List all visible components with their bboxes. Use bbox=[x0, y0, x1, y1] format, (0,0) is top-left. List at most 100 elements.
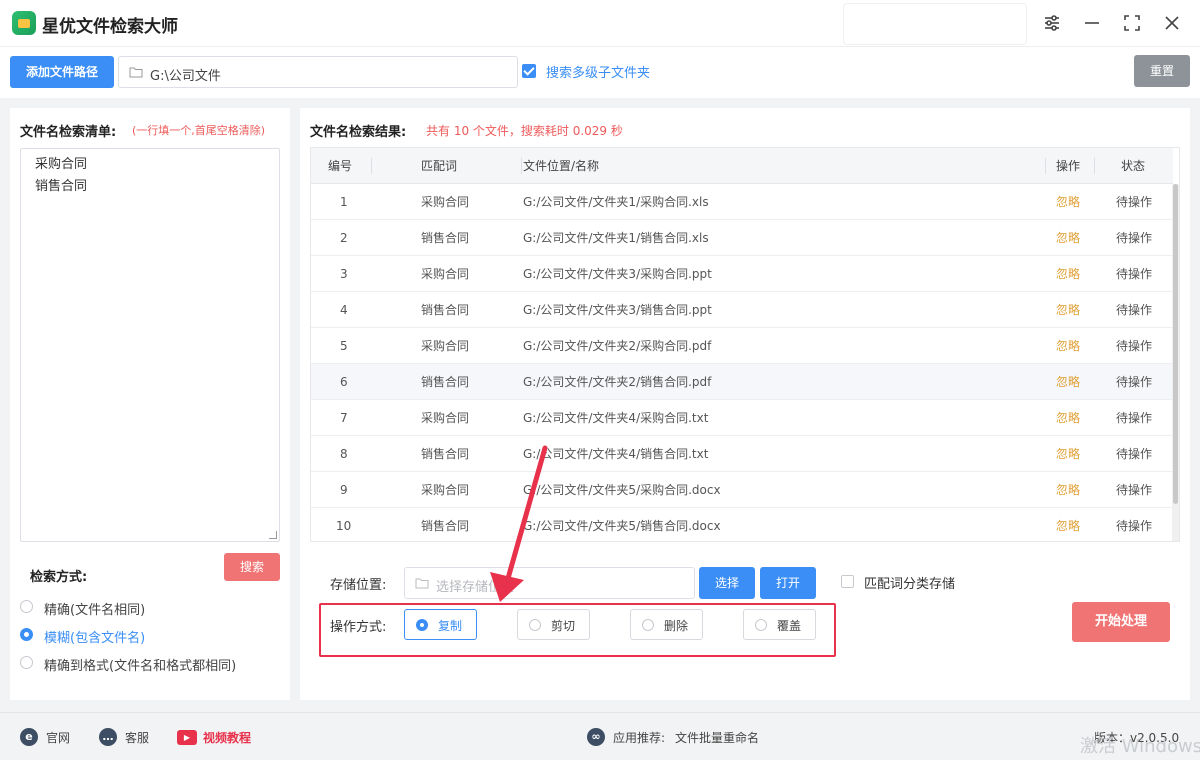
op-label: 复制 bbox=[438, 619, 463, 633]
mode-label: 精确到格式(文件名和格式都相同) bbox=[44, 659, 237, 674]
save-location-label: 存储位置: bbox=[330, 578, 387, 593]
recommend-label: 应用推荐: bbox=[613, 731, 666, 745]
table-row[interactable]: 10 销售合同 G:/公司文件/文件夹5/销售合同.docx 忽略 待操作 bbox=[311, 508, 1173, 541]
ignore-action[interactable]: 忽略 bbox=[1056, 472, 1080, 508]
table-header: 编号 匹配词 文件位置/名称 操作 状态 bbox=[311, 148, 1173, 184]
cell-path: G:/公司文件/文件夹2/采购合同.pdf bbox=[523, 339, 712, 353]
radio-icon bbox=[642, 619, 654, 631]
subfolder-checkbox[interactable] bbox=[522, 64, 536, 78]
cell-match: 采购合同 bbox=[421, 339, 470, 353]
resize-grip-icon[interactable] bbox=[269, 531, 277, 539]
op-cut-radio[interactable]: 剪切 bbox=[517, 609, 590, 640]
cell-match: 销售合同 bbox=[421, 303, 470, 317]
ignore-action[interactable]: 忽略 bbox=[1056, 436, 1080, 472]
cell-no: 4 bbox=[340, 303, 348, 317]
ignore-action[interactable]: 忽略 bbox=[1056, 292, 1080, 328]
classify-checkbox[interactable] bbox=[841, 575, 854, 588]
activation-watermark: 激活 Windows bbox=[1080, 736, 1200, 757]
folder-icon bbox=[415, 578, 429, 589]
cell-no: 6 bbox=[340, 375, 348, 389]
maximize-icon[interactable] bbox=[1119, 10, 1145, 36]
cell-status: 待操作 bbox=[1116, 339, 1153, 353]
name-line: 销售合同 bbox=[35, 179, 88, 194]
cell-match: 采购合同 bbox=[421, 411, 470, 425]
names-textarea[interactable]: 采购合同 销售合同 bbox=[20, 148, 280, 542]
radio-icon bbox=[755, 619, 767, 631]
minimize-icon[interactable] bbox=[1079, 10, 1105, 36]
table-row[interactable]: 3 采购合同 G:/公司文件/文件夹3/采购合同.ppt 忽略 待操作 bbox=[311, 256, 1173, 292]
op-delete-radio[interactable]: 删除 bbox=[630, 609, 703, 640]
settings-sliders-icon[interactable] bbox=[1039, 10, 1065, 36]
classify-label[interactable]: 匹配词分类存储 bbox=[864, 573, 955, 592]
table-row[interactable]: 5 采购合同 G:/公司文件/文件夹2/采购合同.pdf 忽略 待操作 bbox=[311, 328, 1173, 364]
operation-label: 操作方式: bbox=[330, 620, 387, 635]
results-summary: 共有 10 个文件，搜索耗时 0.029 秒 bbox=[426, 124, 623, 138]
close-icon[interactable] bbox=[1159, 10, 1185, 36]
table-row[interactable]: 1 采购合同 G:/公司文件/文件夹1/采购合同.xls 忽略 待操作 bbox=[311, 184, 1173, 220]
results-table: 编号 匹配词 文件位置/名称 操作 状态 1 采购合同 G:/公司文件/文件夹1/采… bbox=[310, 147, 1180, 542]
cell-match: 采购合同 bbox=[421, 267, 470, 281]
cell-status: 待操作 bbox=[1116, 411, 1153, 425]
cell-status: 待操作 bbox=[1116, 195, 1153, 209]
ignore-action[interactable]: 忽略 bbox=[1056, 184, 1080, 220]
table-row[interactable]: 9 采购合同 G:/公司文件/文件夹5/采购合同.docx 忽略 待操作 bbox=[311, 472, 1173, 508]
op-label: 剪切 bbox=[551, 619, 576, 633]
start-processing-button[interactable]: 开始处理 bbox=[1072, 602, 1170, 642]
save-location-input[interactable]: 选择存储位置 bbox=[404, 567, 695, 599]
cell-status: 待操作 bbox=[1116, 303, 1153, 317]
ignore-action[interactable]: 忽略 bbox=[1056, 364, 1080, 400]
table-row[interactable]: 4 销售合同 G:/公司文件/文件夹3/销售合同.ppt 忽略 待操作 bbox=[311, 292, 1173, 328]
ignore-action[interactable]: 忽略 bbox=[1056, 220, 1080, 256]
op-overwrite-radio[interactable]: 覆盖 bbox=[743, 609, 816, 640]
radio-icon bbox=[529, 619, 541, 631]
cell-path: G:/公司文件/文件夹1/销售合同.xls bbox=[523, 231, 709, 245]
ignore-action[interactable]: 忽略 bbox=[1056, 328, 1080, 364]
recommend-app-link[interactable]: 文件批量重命名 bbox=[675, 729, 759, 746]
video-tutorial-label: 视频教程 bbox=[203, 731, 252, 745]
table-row[interactable]: 8 销售合同 G:/公司文件/文件夹4/销售合同.txt 忽略 待操作 bbox=[311, 436, 1173, 472]
name-line: 采购合同 bbox=[35, 157, 88, 172]
cell-match: 销售合同 bbox=[421, 519, 470, 533]
table-row[interactable]: 2 销售合同 G:/公司文件/文件夹1/销售合同.xls 忽略 待操作 bbox=[311, 220, 1173, 256]
ignore-action[interactable]: 忽略 bbox=[1056, 400, 1080, 436]
subfolder-label[interactable]: 搜索多级子文件夹 bbox=[546, 62, 650, 81]
cell-path: G:/公司文件/文件夹4/销售合同.txt bbox=[523, 447, 709, 461]
save-location-placeholder: 选择存储位置 bbox=[436, 580, 515, 595]
col-op: 操作 bbox=[1056, 159, 1081, 173]
cell-match: 采购合同 bbox=[421, 483, 470, 497]
link-icon: ∞ bbox=[587, 728, 605, 746]
table-scrollbar[interactable] bbox=[1172, 184, 1179, 541]
search-button[interactable]: 搜索 bbox=[224, 553, 280, 581]
cell-path: G:/公司文件/文件夹1/采购合同.xls bbox=[523, 195, 709, 209]
cell-status: 待操作 bbox=[1116, 231, 1153, 245]
cell-no: 8 bbox=[340, 447, 348, 461]
col-no: 编号 bbox=[328, 159, 353, 173]
results-heading: 文件名检索结果: bbox=[310, 125, 407, 140]
table-body: 1 采购合同 G:/公司文件/文件夹1/采购合同.xls 忽略 待操作 2 销售合同 G:/公… bbox=[311, 184, 1173, 541]
cell-no: 7 bbox=[340, 411, 348, 425]
app-logo-icon bbox=[12, 11, 36, 35]
cell-match: 销售合同 bbox=[421, 375, 470, 389]
path-input[interactable]: G:\公司文件 bbox=[118, 56, 518, 88]
cell-path: G:/公司文件/文件夹4/采购合同.txt bbox=[523, 411, 709, 425]
cell-match: 采购合同 bbox=[421, 195, 470, 209]
open-button[interactable]: 打开 bbox=[760, 567, 816, 599]
scrollbar-thumb[interactable] bbox=[1173, 184, 1178, 504]
reset-button[interactable]: 重置 bbox=[1134, 55, 1190, 87]
table-row[interactable]: 7 采购合同 G:/公司文件/文件夹4/采购合同.txt 忽略 待操作 bbox=[311, 400, 1173, 436]
cell-no: 1 bbox=[340, 195, 348, 209]
path-value: G:\公司文件 bbox=[150, 69, 221, 84]
cell-path: G:/公司文件/文件夹2/销售合同.pdf bbox=[523, 375, 712, 389]
add-file-path-button[interactable]: 添加文件路径 bbox=[10, 56, 114, 88]
cell-path: G:/公司文件/文件夹5/采购合同.docx bbox=[523, 483, 721, 497]
table-row[interactable]: 6 销售合同 G:/公司文件/文件夹2/销售合同.pdf 忽略 待操作 bbox=[311, 364, 1173, 400]
op-copy-radio[interactable]: 复制 bbox=[404, 609, 477, 640]
ignore-action[interactable]: 忽略 bbox=[1056, 508, 1080, 541]
ignore-action[interactable]: 忽略 bbox=[1056, 256, 1080, 292]
folder-icon bbox=[129, 67, 143, 78]
title-bar: 星优文件检索大师 bbox=[0, 0, 1200, 46]
cell-path: G:/公司文件/文件夹3/采购合同.ppt bbox=[523, 267, 712, 281]
mode-label: 模糊(包含文件名) bbox=[44, 631, 146, 646]
cell-no: 5 bbox=[340, 339, 348, 353]
choose-button[interactable]: 选择 bbox=[699, 567, 755, 599]
